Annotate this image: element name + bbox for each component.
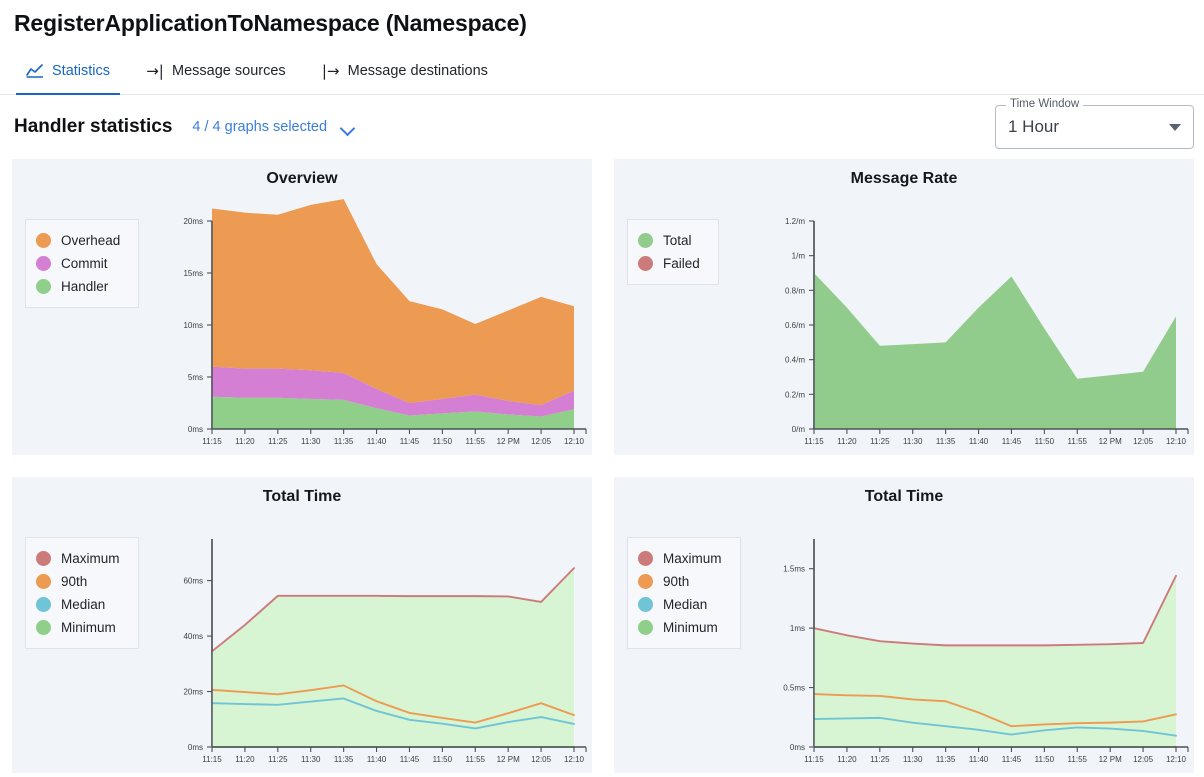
chart-panel-total-time-right: Total Time Maximum90thMedianMinimum 0ms0… bbox=[614, 477, 1194, 773]
chart-canvas-message-rate: 0/m 0.2/m 0.4/m 0.6/m 0.8/m 1/m 1.2/m 11:15 11:2… bbox=[614, 159, 1194, 455]
x-axis-tick-label: 12:05 bbox=[1133, 755, 1154, 764]
chevron-down-icon bbox=[341, 123, 355, 132]
chart-panel-message-rate: Message Rate TotalFailed 0/m0.2/m0.4/m0.… bbox=[614, 159, 1194, 455]
y-axis-tick-label: 60ms bbox=[183, 577, 203, 586]
x-axis-tick-label: 11:35 bbox=[334, 437, 354, 446]
graphs-selected-dropdown[interactable]: 4 / 4 graphs selected bbox=[192, 119, 355, 135]
y-axis-tick-label: 0ms bbox=[790, 743, 805, 752]
y-axis-tick-label: 0.6/m bbox=[785, 321, 805, 330]
x-axis-tick-label: 11:20 bbox=[235, 437, 255, 446]
x-axis-tick-label: 11:45 bbox=[1002, 437, 1022, 446]
time-window-select[interactable]: Time Window 1 Hour bbox=[995, 105, 1194, 149]
y-axis-tick-label: 0.5ms bbox=[783, 684, 805, 693]
chart-canvas-overview: 0ms 5ms 10ms 15ms 20ms 11:15 11:20 11:25 11:30 11… bbox=[12, 159, 592, 455]
x-axis-tick-label: 11:45 bbox=[400, 437, 420, 446]
y-axis-tick-label: 15ms bbox=[183, 269, 203, 278]
x-axis-tick-label: 11:35 bbox=[334, 755, 354, 764]
y-axis-tick-label: 20ms bbox=[183, 217, 203, 226]
time-window-value: 1 Hour bbox=[1008, 117, 1169, 137]
x-axis-tick-label: 11:50 bbox=[433, 755, 453, 764]
chart-panel-total-time-left: Total Time Maximum90thMedianMinimum 0ms2… bbox=[12, 477, 592, 773]
x-axis-tick-label: 11:40 bbox=[969, 755, 989, 764]
section-header: Handler statistics 4 / 4 graphs selected… bbox=[0, 95, 1204, 159]
x-axis-tick-label: 12 PM bbox=[497, 437, 520, 446]
y-axis-tick-label: 0.4/m bbox=[785, 356, 805, 365]
y-axis-tick-label: 0.2/m bbox=[785, 390, 805, 399]
x-axis-tick-label: 11:40 bbox=[367, 755, 387, 764]
x-axis-tick-label: 11:50 bbox=[433, 437, 453, 446]
x-axis-tick-label: 11:40 bbox=[969, 437, 989, 446]
x-axis-tick-label: 11:30 bbox=[903, 755, 923, 764]
page-title: RegisterApplicationToNamespace (Namespac… bbox=[0, 0, 1204, 37]
x-axis-tick-label: 11:20 bbox=[837, 755, 857, 764]
x-axis-tick-label: 11:25 bbox=[268, 755, 288, 764]
x-axis-tick-label: 11:25 bbox=[268, 437, 288, 446]
chart-panel-overview: Overview OverheadCommitHandler 0ms5ms10m… bbox=[12, 159, 592, 455]
x-axis-tick-label: 12:10 bbox=[564, 755, 585, 764]
bar-into-arrow-icon: |→ bbox=[322, 62, 340, 80]
x-axis-tick-label: 12:10 bbox=[564, 437, 585, 446]
y-axis-tick-label: 1.2/m bbox=[785, 217, 805, 226]
series-area bbox=[814, 273, 1176, 429]
y-axis-tick-label: 10ms bbox=[183, 321, 203, 330]
chart-canvas-total-time-left: 0ms 20ms 40ms 60ms 11:15 11:20 11:25 11:30 11:35… bbox=[12, 477, 592, 773]
x-axis-tick-label: 11:15 bbox=[804, 437, 824, 446]
section-title: Handler statistics bbox=[14, 116, 172, 138]
x-axis-tick-label: 11:15 bbox=[202, 437, 222, 446]
x-axis-tick-label: 11:25 bbox=[870, 437, 890, 446]
tab-label: Message destinations bbox=[348, 63, 488, 79]
y-axis-tick-label: 0.8/m bbox=[785, 286, 805, 295]
x-axis-tick-label: 12 PM bbox=[497, 755, 520, 764]
x-axis-tick-label: 11:30 bbox=[301, 437, 321, 446]
tab-label: Message sources bbox=[172, 63, 286, 79]
x-axis-tick-label: 12:10 bbox=[1166, 437, 1187, 446]
tab-bar: Statistics →| Message sources |→ Message… bbox=[0, 48, 1204, 95]
x-axis-tick-label: 11:35 bbox=[936, 755, 956, 764]
x-axis-tick-label: 11:50 bbox=[1035, 437, 1055, 446]
arrow-into-bar-icon: →| bbox=[146, 62, 164, 80]
charts-grid: Overview OverheadCommitHandler 0ms5ms10m… bbox=[0, 159, 1204, 773]
tab-message-sources[interactable]: →| Message sources bbox=[128, 48, 304, 94]
x-axis-tick-label: 11:15 bbox=[202, 755, 222, 764]
x-axis-tick-label: 11:55 bbox=[1068, 755, 1088, 764]
x-axis-tick-label: 12:05 bbox=[1133, 437, 1154, 446]
caret-down-icon bbox=[1169, 124, 1181, 131]
y-axis-tick-label: 0ms bbox=[188, 425, 203, 434]
x-axis-tick-label: 12:05 bbox=[531, 755, 552, 764]
y-axis-tick-label: 0/m bbox=[792, 425, 806, 434]
x-axis-tick-label: 12 PM bbox=[1099, 437, 1122, 446]
x-axis-tick-label: 11:45 bbox=[400, 755, 420, 764]
y-axis-tick-label: 1/m bbox=[792, 252, 806, 261]
x-axis-tick-label: 11:20 bbox=[235, 755, 255, 764]
x-axis-tick-label: 11:55 bbox=[466, 437, 486, 446]
x-axis-tick-label: 11:40 bbox=[367, 437, 387, 446]
x-axis-tick-label: 11:25 bbox=[870, 755, 890, 764]
y-axis-tick-label: 5ms bbox=[188, 373, 203, 382]
x-axis-tick-label: 11:35 bbox=[936, 437, 956, 446]
x-axis-tick-label: 11:30 bbox=[301, 755, 321, 764]
y-axis-tick-label: 40ms bbox=[183, 632, 203, 641]
time-window-legend: Time Window bbox=[1006, 98, 1083, 110]
series-line bbox=[814, 576, 1176, 646]
x-axis-tick-label: 12:10 bbox=[1166, 755, 1187, 764]
y-axis-tick-label: 20ms bbox=[183, 688, 203, 697]
x-axis-tick-label: 11:15 bbox=[804, 755, 824, 764]
chart-canvas-total-time-right: 0ms 0.5ms 1ms 1.5ms 11:15 11:20 11:25 11:30 11:3… bbox=[614, 477, 1194, 773]
x-axis-tick-label: 11:45 bbox=[1002, 755, 1022, 764]
tab-message-destinations[interactable]: |→ Message destinations bbox=[304, 48, 506, 94]
y-axis-tick-label: 1.5ms bbox=[783, 565, 805, 574]
x-axis-tick-label: 11:55 bbox=[1068, 437, 1088, 446]
x-axis-tick-label: 11:20 bbox=[837, 437, 857, 446]
x-axis-tick-label: 11:50 bbox=[1035, 755, 1055, 764]
graphs-selected-label: 4 / 4 graphs selected bbox=[192, 119, 327, 135]
y-axis-tick-label: 1ms bbox=[790, 624, 805, 633]
x-axis-tick-label: 12 PM bbox=[1099, 755, 1122, 764]
x-axis-tick-label: 12:05 bbox=[531, 437, 552, 446]
chart-line-icon bbox=[26, 62, 44, 80]
x-axis-tick-label: 11:55 bbox=[466, 755, 486, 764]
y-axis-tick-label: 0ms bbox=[188, 743, 203, 752]
tab-label: Statistics bbox=[52, 63, 110, 79]
x-axis-tick-label: 11:30 bbox=[903, 437, 923, 446]
tab-statistics[interactable]: Statistics bbox=[8, 48, 128, 94]
